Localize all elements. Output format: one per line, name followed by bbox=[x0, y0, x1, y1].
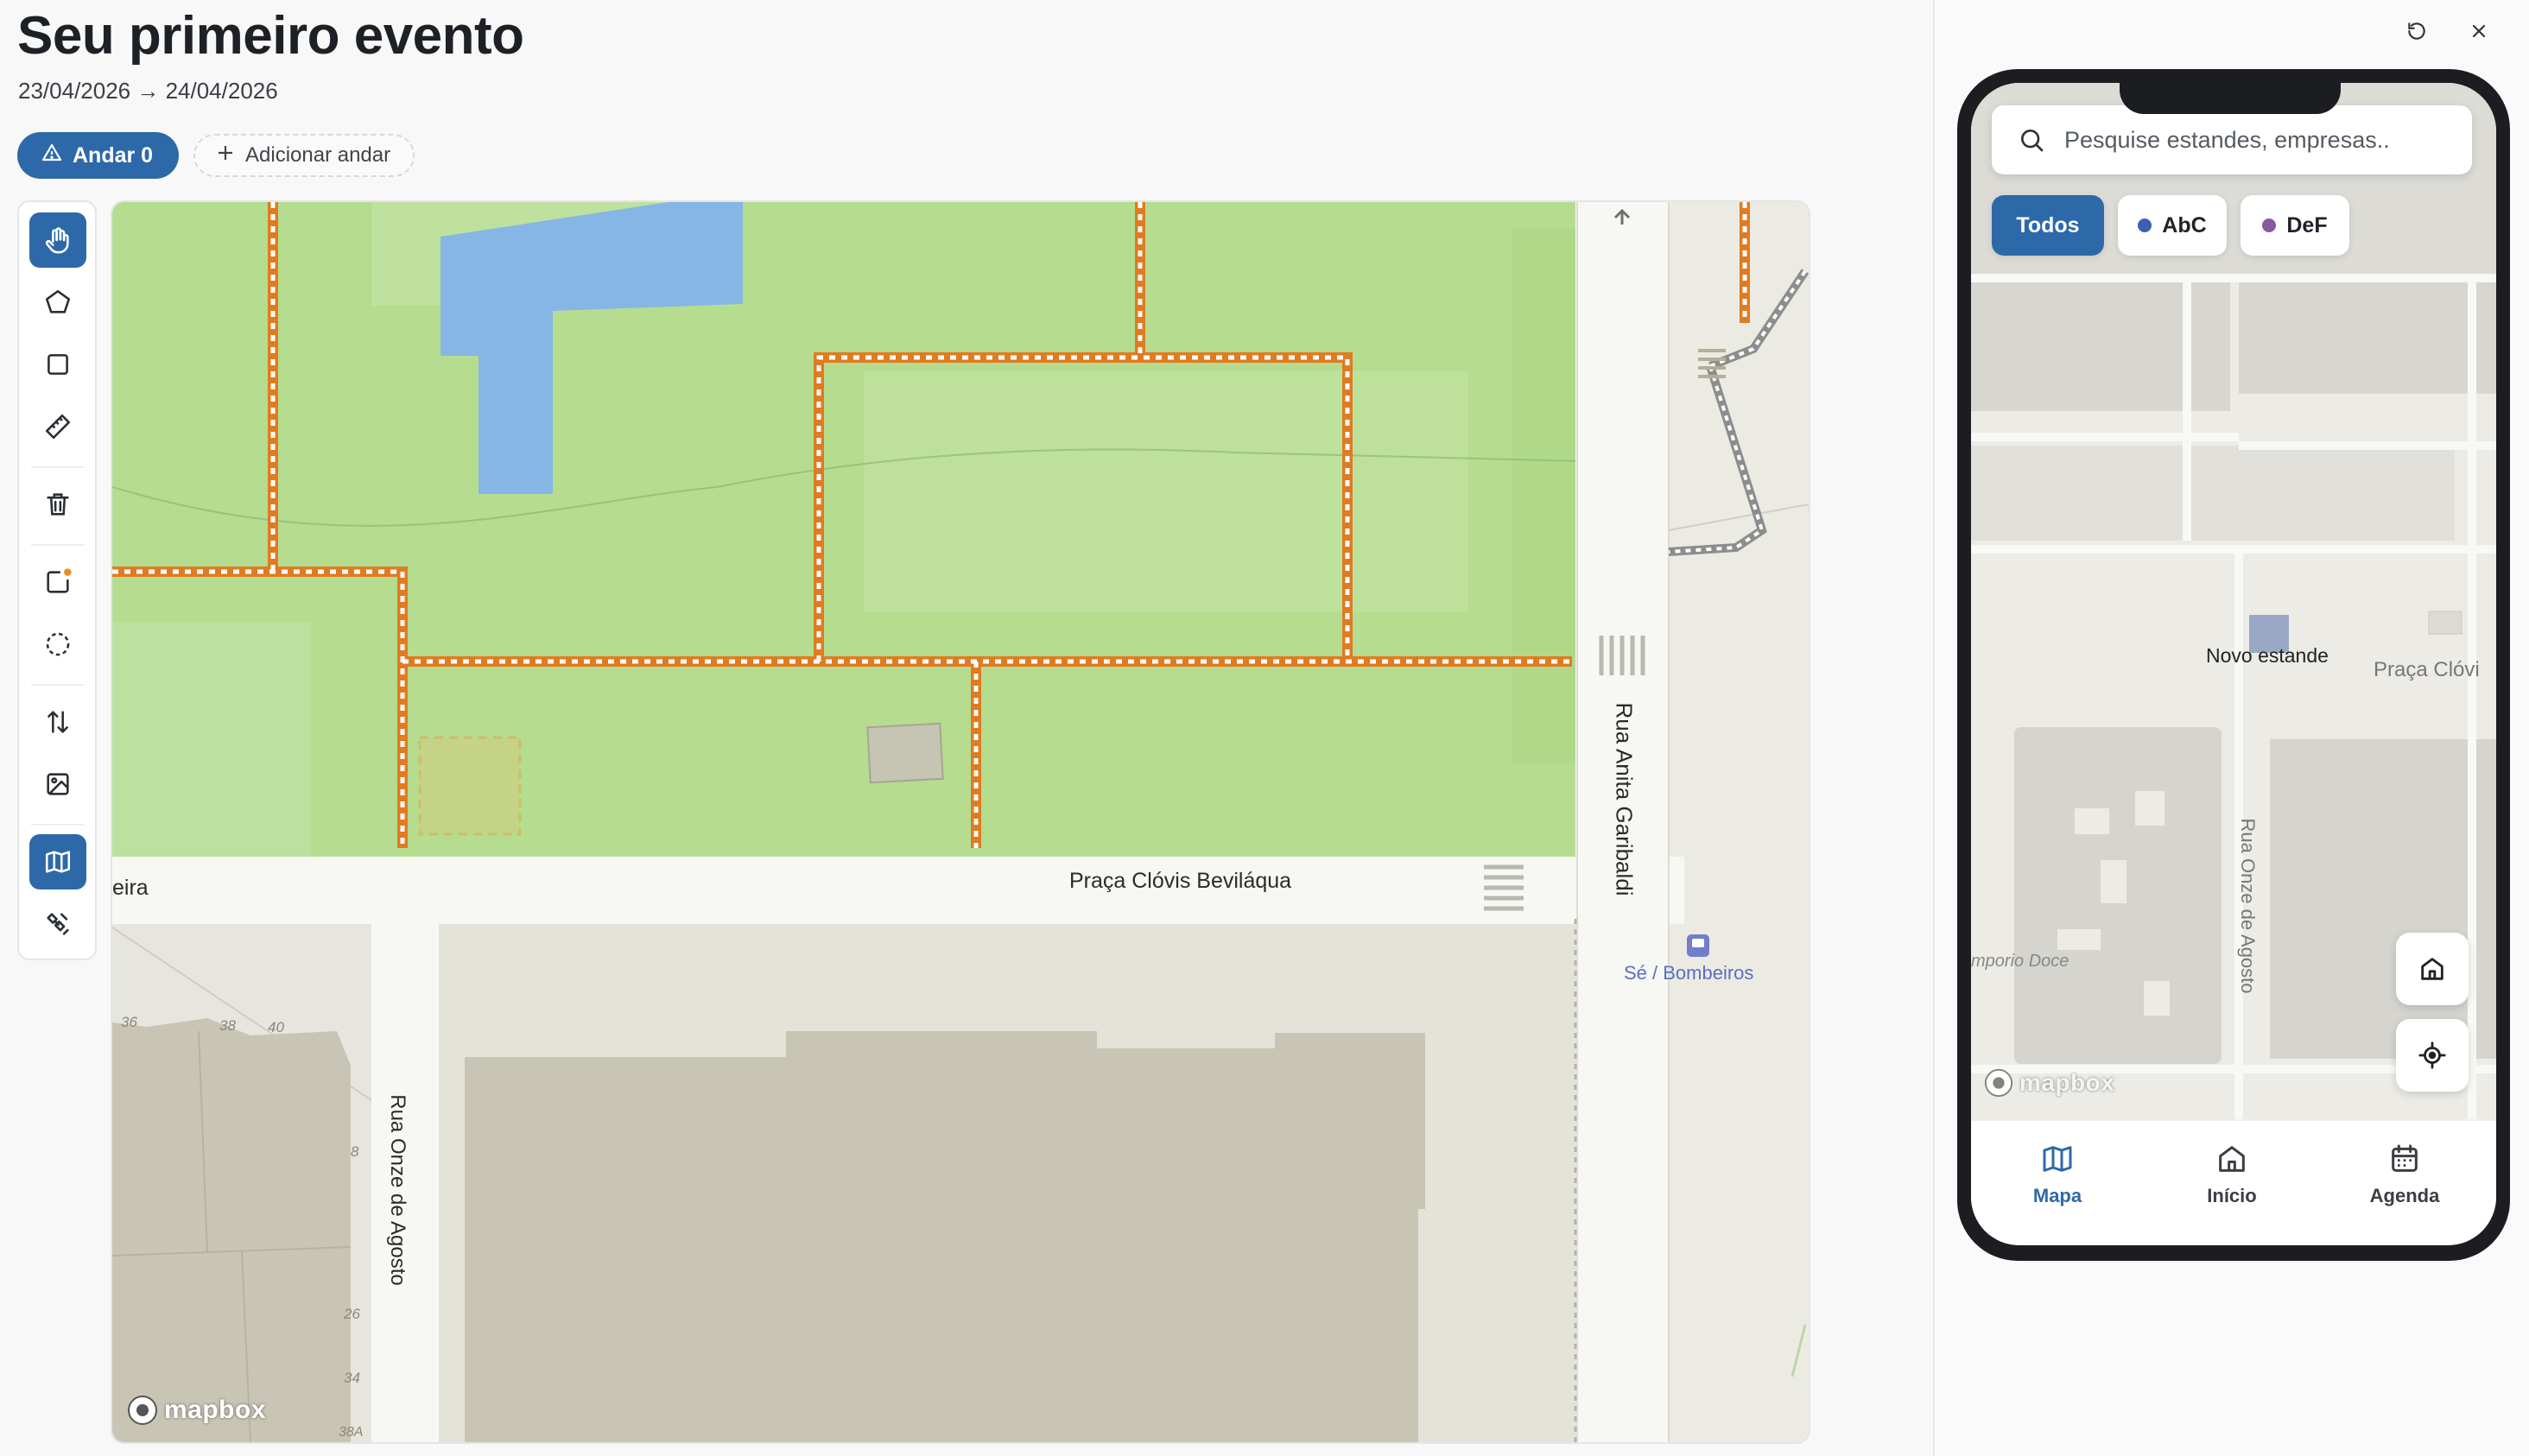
sort-tool-button[interactable] bbox=[29, 694, 86, 750]
preview-booth-label: Novo estande bbox=[2206, 644, 2329, 667]
house-number: 26 bbox=[344, 1306, 360, 1322]
ruler-icon bbox=[45, 414, 71, 440]
map-label-square: Praça Clóvis Beviláqua bbox=[1069, 869, 1292, 893]
rectangle-tool-button[interactable] bbox=[29, 337, 86, 392]
hand-icon bbox=[45, 227, 69, 254]
chip-abc-label: AbC bbox=[2162, 212, 2207, 237]
map-label-rua-onze: Rua Onze de Agosto bbox=[386, 1094, 409, 1286]
mapbox-logo-text: mapbox bbox=[164, 1396, 267, 1424]
preview-search-input[interactable]: Pesquise estandes, empresas.. bbox=[1992, 105, 2472, 174]
home-icon bbox=[2421, 958, 2443, 980]
refresh-button[interactable] bbox=[2399, 14, 2434, 48]
image-tool-button[interactable] bbox=[29, 756, 86, 812]
polygon-tool-button[interactable] bbox=[29, 275, 86, 330]
preview-home-button[interactable] bbox=[2396, 933, 2469, 1005]
refresh-icon bbox=[2408, 22, 2425, 40]
chip-abc[interactable]: AbC bbox=[2118, 195, 2227, 256]
tab-agenda-label: Agenda bbox=[2369, 1185, 2440, 1206]
ruler-tool-button[interactable] bbox=[29, 399, 86, 454]
circle-dashed-icon bbox=[46, 632, 70, 656]
tab-inicio-label: Início bbox=[2207, 1185, 2257, 1206]
page-title: Seu primeiro evento bbox=[17, 6, 524, 66]
plus-icon bbox=[216, 143, 235, 168]
locate-icon bbox=[2418, 1041, 2446, 1069]
map-label-street-fragment: eira bbox=[112, 876, 149, 900]
tab-mapa[interactable]: Mapa bbox=[1988, 1142, 2127, 1207]
mapbox-logo: mapbox bbox=[126, 1394, 266, 1427]
floor-0-button[interactable]: Andar 0 bbox=[17, 132, 180, 179]
phone-screen: Pesquise estandes, empresas.. Todos AbC … bbox=[1971, 83, 2496, 1245]
image-icon bbox=[47, 773, 69, 795]
square-icon bbox=[48, 354, 68, 375]
event-dates: 23/04/2026 → 24/04/2026 bbox=[18, 78, 278, 104]
preview-tabbar: Mapa Início Agenda bbox=[1971, 1119, 2496, 1245]
editor-toolbar bbox=[17, 200, 97, 960]
tab-mapa-label: Mapa bbox=[2032, 1185, 2082, 1206]
house-number: 8 bbox=[351, 1143, 359, 1160]
close-button[interactable] bbox=[2462, 14, 2496, 48]
trash-icon bbox=[47, 493, 69, 516]
chip-def-label: DeF bbox=[2286, 212, 2328, 237]
map-tool-button[interactable] bbox=[29, 834, 86, 889]
add-floor-label: Adicionar andar bbox=[245, 143, 391, 167]
house-number: 34 bbox=[344, 1370, 360, 1386]
map-label-bus-stop: Sé / Bombeiros bbox=[1624, 962, 1754, 984]
preview-locate-button[interactable] bbox=[2396, 1019, 2469, 1092]
preview-mapbox-text: mapbox bbox=[2019, 1069, 2115, 1096]
arrows-updown-icon bbox=[48, 711, 68, 733]
circle-tool-button[interactable] bbox=[29, 617, 86, 672]
delete-tool-button[interactable] bbox=[29, 477, 86, 532]
close-icon bbox=[2472, 24, 2486, 38]
warning-icon bbox=[41, 142, 62, 169]
satellite-icon bbox=[47, 913, 69, 935]
satellite-tool-button[interactable] bbox=[29, 896, 86, 952]
preview-square-label: Praça Clóvi bbox=[2374, 658, 2480, 681]
phone-notch bbox=[2120, 83, 2341, 114]
house-number: 38A bbox=[339, 1425, 364, 1440]
house-number: 40 bbox=[268, 1019, 284, 1035]
preview-shop-label: mporio Doce bbox=[1971, 952, 2069, 971]
tab-agenda[interactable]: Agenda bbox=[2336, 1142, 2474, 1207]
preview-street-label: Rua Onze de Agosto bbox=[2237, 818, 2259, 994]
map-icon bbox=[45, 851, 71, 873]
tab-inicio[interactable]: Início bbox=[2163, 1142, 2301, 1207]
add-floor-button[interactable]: Adicionar andar bbox=[193, 134, 415, 177]
floor-0-label: Andar 0 bbox=[73, 142, 154, 168]
booth-icon bbox=[47, 568, 72, 593]
chip-def-dot bbox=[2262, 218, 2277, 232]
hand-tool-button[interactable] bbox=[29, 212, 86, 268]
chip-todos-label: Todos bbox=[2016, 212, 2080, 237]
map-label-rua-anita: Rua Anita Garibaldi bbox=[1611, 702, 1638, 896]
pentagon-icon bbox=[45, 289, 71, 313]
home-icon bbox=[2219, 1146, 2245, 1172]
house-number: 38 bbox=[219, 1017, 236, 1034]
chip-abc-dot bbox=[2138, 218, 2152, 232]
calendar-icon bbox=[2392, 1144, 2418, 1172]
preview-mapbox-logo: mapbox bbox=[1983, 1067, 2114, 1098]
search-icon bbox=[2021, 130, 2044, 152]
search-placeholder: Pesquise estandes, empresas.. bbox=[2064, 126, 2390, 153]
editor-map[interactable]: Praça Clóvis Beviláqua eira Rua Onze de … bbox=[111, 200, 1810, 1444]
chip-todos[interactable]: Todos bbox=[1992, 195, 2104, 256]
booth-tool-button[interactable] bbox=[29, 554, 86, 610]
map-icon bbox=[2043, 1146, 2072, 1172]
house-number: 36 bbox=[121, 1014, 137, 1030]
chip-def[interactable]: DeF bbox=[2241, 195, 2349, 256]
